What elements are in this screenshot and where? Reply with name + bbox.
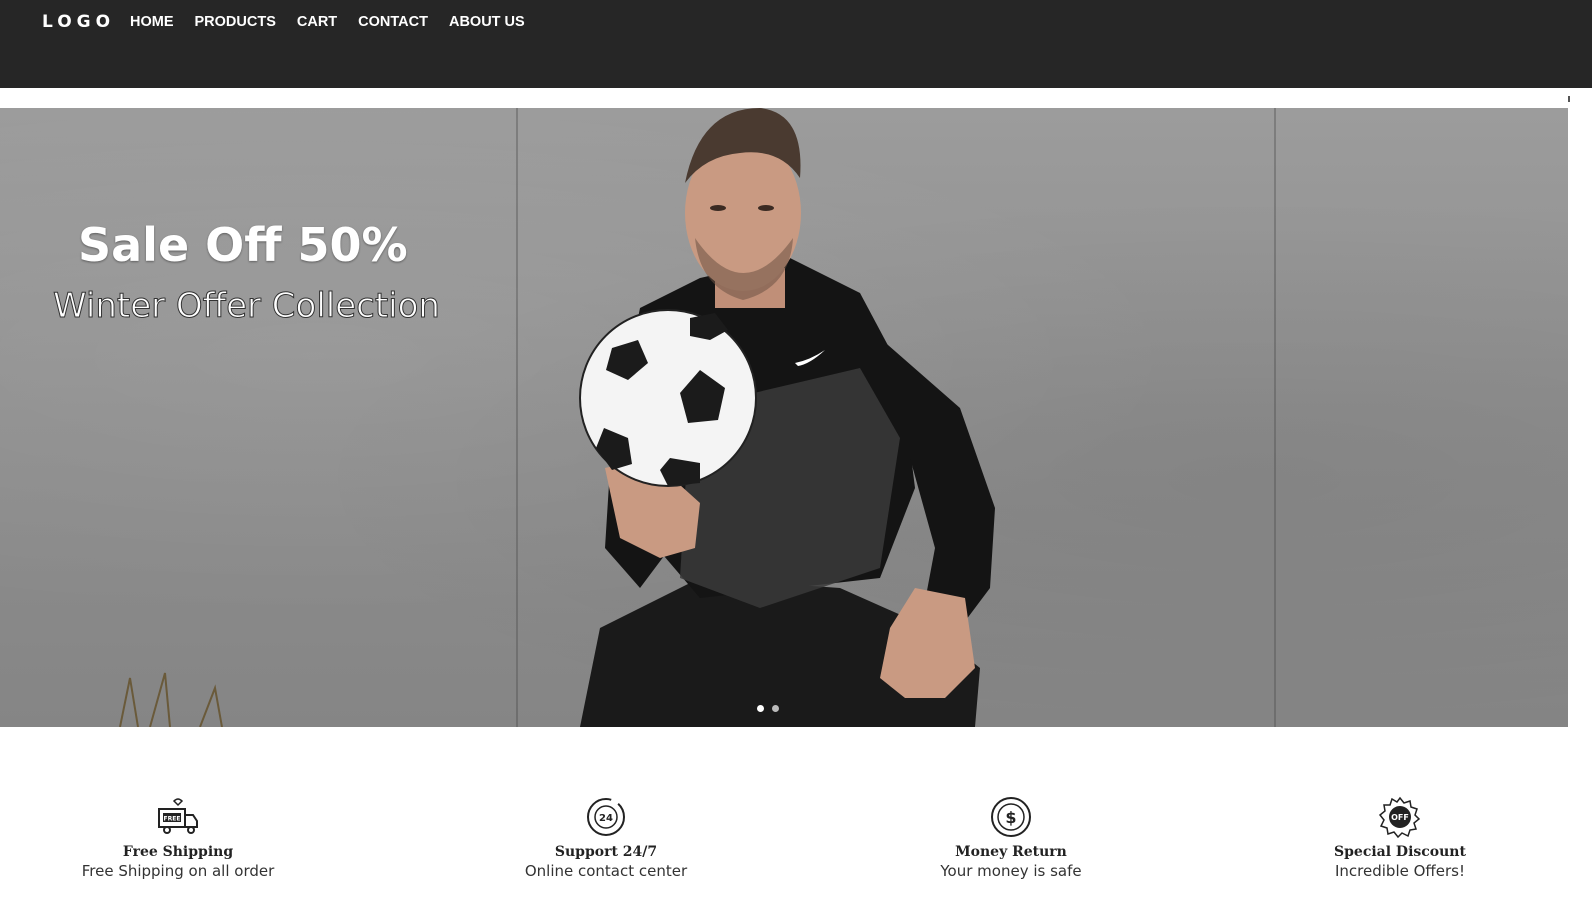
svg-text:$: $ — [1005, 808, 1016, 827]
site-logo[interactable]: LOGO — [42, 12, 115, 32]
hero-title: Sale Off 50% — [78, 218, 408, 272]
feature-title: Free Shipping — [122, 844, 234, 860]
feature-special-discount: OFF Special Discount Incredible Offers! — [1250, 795, 1550, 881]
feature-description: Incredible Offers! — [1335, 862, 1465, 880]
support-24-icon: 24 — [587, 798, 625, 836]
navbar-spacer — [0, 88, 1592, 108]
nav-cart-link[interactable]: CART — [297, 14, 337, 30]
nav-home-link[interactable]: HOME — [130, 14, 174, 30]
feature-title: Money Return — [955, 844, 1067, 860]
feature-description: Online contact center — [524, 862, 688, 880]
feature-money-return: $ Money Return Your money is safe — [861, 795, 1161, 881]
features-row: FREE Free Shipping Free Shipping on all … — [0, 727, 1592, 914]
hero-subtitle: Winter Offer Collection — [53, 286, 441, 327]
carousel-indicators — [757, 705, 779, 712]
hero-banner: Sale Off 50% Winter Offer Collection — [0, 108, 1568, 727]
main-nav: HOME PRODUCTS CART CONTACT ABOUT US — [130, 14, 525, 30]
nav-products-link[interactable]: PRODUCTS — [195, 14, 276, 30]
top-navbar: LOGO HOME PRODUCTS CART CONTACT ABOUT US — [0, 0, 1592, 88]
feature-support: 24 Support 24/7 Online contact center — [456, 795, 756, 881]
scroll-indicator — [1568, 96, 1570, 102]
feature-description: Free Shipping on all order — [81, 862, 275, 880]
money-return-icon: $ — [991, 797, 1031, 837]
hero-person-image — [119, 108, 995, 727]
free-shipping-truck-icon: FREE — [158, 798, 198, 834]
svg-text:24: 24 — [599, 813, 613, 824]
carousel-dot[interactable] — [757, 705, 764, 712]
feature-title: Special Discount — [1334, 844, 1466, 860]
nav-about-link[interactable]: ABOUT US — [449, 14, 525, 30]
feature-title: Support 24/7 — [554, 844, 658, 860]
feature-free-shipping: FREE Free Shipping Free Shipping on all … — [28, 795, 328, 881]
carousel-dot[interactable] — [772, 705, 779, 712]
svg-text:OFF: OFF — [1391, 813, 1409, 822]
feature-description: Your money is safe — [940, 862, 1082, 880]
discount-off-badge-icon: OFF — [1378, 796, 1421, 839]
svg-text:FREE: FREE — [164, 816, 181, 823]
nav-contact-link[interactable]: CONTACT — [358, 14, 428, 30]
